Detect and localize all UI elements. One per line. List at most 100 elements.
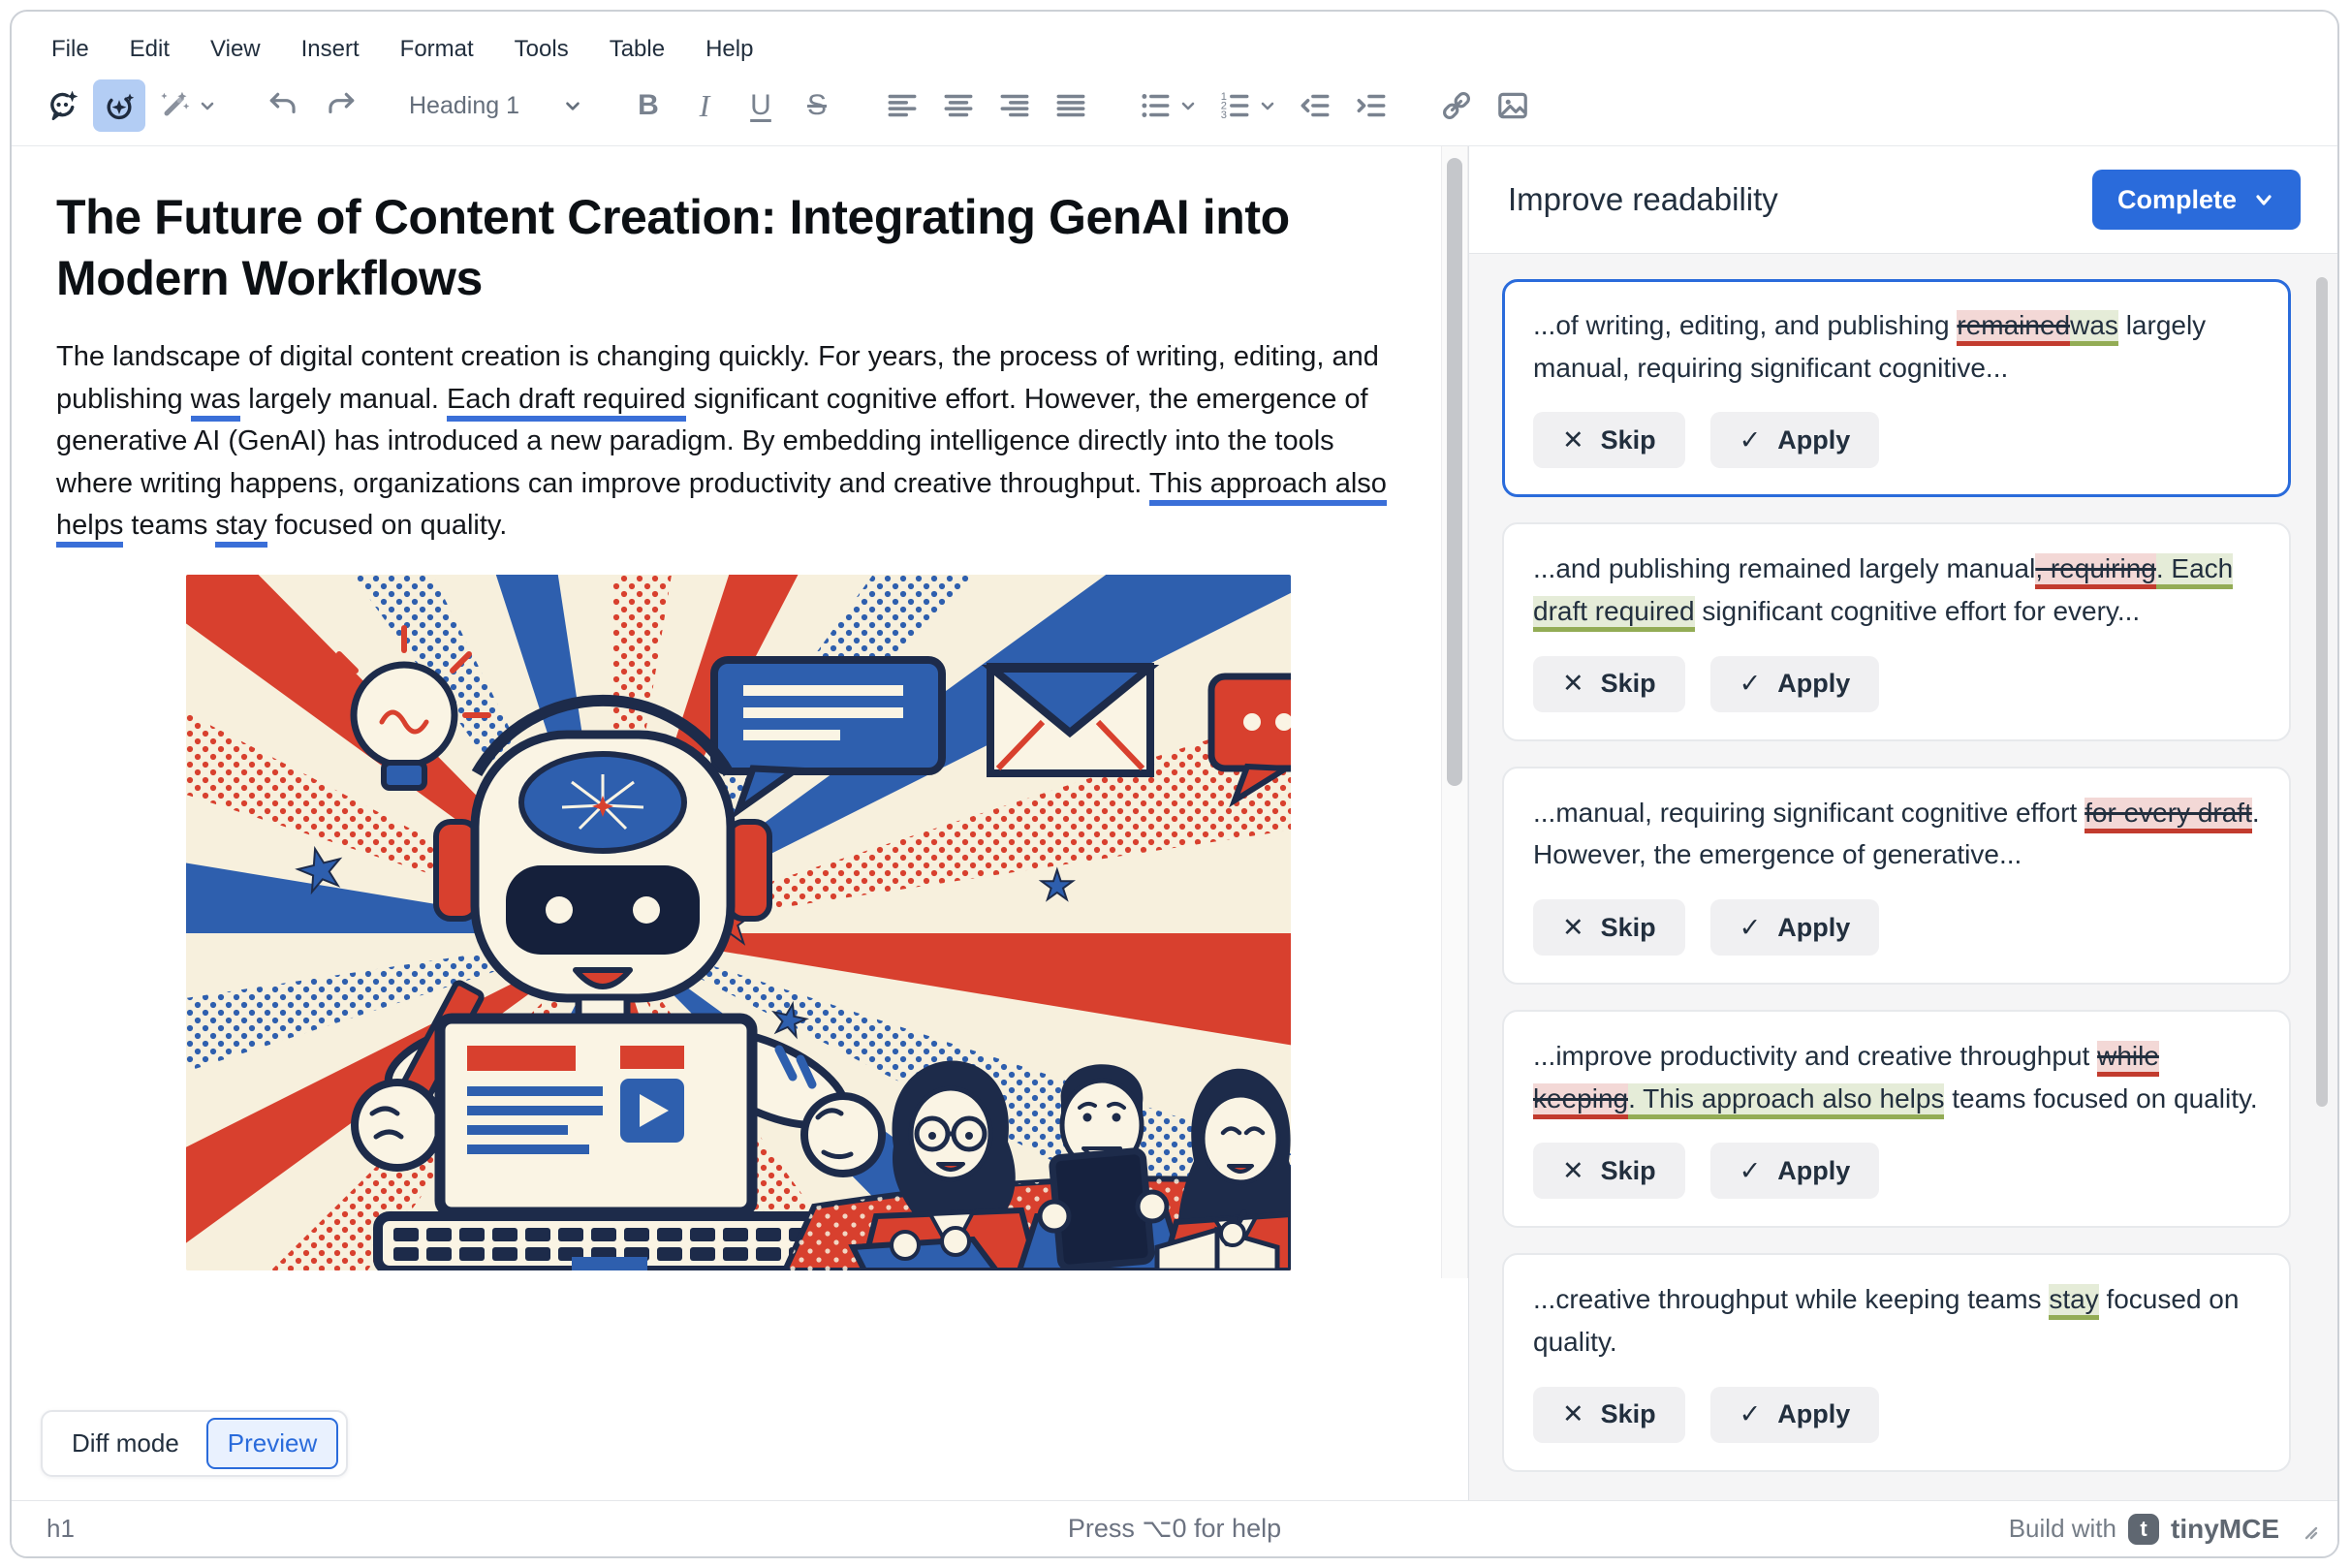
doc-text: teams xyxy=(123,510,215,541)
suggestion-text: ...manual, requiring significant cogniti… xyxy=(1533,792,2260,876)
bold-icon: B xyxy=(638,89,659,122)
apply-button[interactable]: ✓Apply xyxy=(1710,656,1880,712)
suggestion-text: ...creative throughput while keeping tea… xyxy=(1533,1278,2260,1363)
outdent-icon xyxy=(1298,88,1332,123)
apply-button[interactable]: ✓Apply xyxy=(1710,1143,1880,1199)
skip-button[interactable]: ✕Skip xyxy=(1533,899,1685,956)
complete-button[interactable]: Complete xyxy=(2092,170,2301,230)
chevron-down-icon xyxy=(198,96,217,115)
toolbar-group-style: Heading 1 xyxy=(399,79,589,132)
editor-canvas[interactable]: The Future of Content Creation: Integrat… xyxy=(12,146,1468,1270)
align-center-button[interactable] xyxy=(932,79,985,132)
branding[interactable]: Build with t tinyMCE xyxy=(2009,1514,2318,1545)
italic-button[interactable]: I xyxy=(678,79,731,132)
apply-button[interactable]: ✓Apply xyxy=(1710,1387,1880,1443)
diff-ins: . This approach also helps xyxy=(1628,1083,1944,1119)
element-path: h1 xyxy=(47,1514,75,1544)
chevron-down-icon xyxy=(1178,96,1198,115)
diff-mode-button[interactable]: Diff mode xyxy=(50,1418,201,1469)
redo-icon xyxy=(323,88,358,123)
card-actions: ✕Skip ✓Apply xyxy=(1533,656,2260,712)
align-left-button[interactable] xyxy=(876,79,928,132)
suggestion-card[interactable]: ...manual, requiring significant cogniti… xyxy=(1502,767,2291,985)
skip-button-icon: ✕ xyxy=(1562,1156,1584,1186)
skip-button-icon: ✕ xyxy=(1562,669,1584,699)
bullet-list-button[interactable] xyxy=(1130,79,1206,132)
undo-button[interactable] xyxy=(258,79,310,132)
bullet-list-icon xyxy=(1138,88,1173,123)
ai-assistant-button[interactable] xyxy=(37,79,89,132)
skip-button[interactable]: ✕Skip xyxy=(1533,656,1685,712)
suggestion-context: significant cognitive effort for every..… xyxy=(1695,596,2141,626)
apply-button[interactable]: ✓Apply xyxy=(1710,412,1880,468)
menu-item-table[interactable]: Table xyxy=(593,27,681,72)
outdent-button[interactable] xyxy=(1289,79,1341,132)
resize-gripper-icon[interactable] xyxy=(2297,1519,2318,1540)
editor-window: FileEditViewInsertFormatToolsTableHelp xyxy=(10,10,2339,1558)
menu-item-insert[interactable]: Insert xyxy=(285,27,376,72)
strikethrough-button[interactable]: S xyxy=(791,79,843,132)
menu-item-help[interactable]: Help xyxy=(689,27,769,72)
panel-header: Improve readability Complete xyxy=(1469,146,2337,253)
image-button[interactable] xyxy=(1487,79,1539,132)
suggestion-card[interactable]: ...improve productivity and creative thr… xyxy=(1502,1010,2291,1228)
diff-preview-underline: stay xyxy=(215,510,266,548)
editor-scrollbar-thumb[interactable] xyxy=(1447,158,1462,786)
toolbar-group-inline: B I U S xyxy=(622,79,843,132)
indent-icon xyxy=(1354,88,1389,123)
apply-button[interactable]: ✓Apply xyxy=(1710,899,1880,956)
suggestion-context: ...improve productivity and creative thr… xyxy=(1533,1041,2097,1071)
editor-scrollbar[interactable] xyxy=(1441,146,1468,1278)
chevron-down-icon xyxy=(1258,96,1277,115)
doc-text: focused on quality. xyxy=(267,510,508,541)
image-icon xyxy=(1495,88,1530,123)
strikethrough-icon: S xyxy=(807,89,827,122)
align-right-button[interactable] xyxy=(988,79,1041,132)
skip-button[interactable]: ✕Skip xyxy=(1533,412,1685,468)
bold-button[interactable]: B xyxy=(622,79,674,132)
toolbar: Heading 1 B I U S xyxy=(12,72,2337,145)
apply-button-icon: ✓ xyxy=(1740,425,1762,455)
menu-item-file[interactable]: File xyxy=(35,27,106,72)
svg-text:★: ★ xyxy=(1039,862,1076,908)
document-illustration[interactable]: ★ ★ ★ ★ xyxy=(186,575,1400,1270)
menu-item-tools[interactable]: Tools xyxy=(498,27,585,72)
link-button[interactable] xyxy=(1430,79,1483,132)
doc-paragraph: The landscape of digital content creatio… xyxy=(56,336,1400,548)
justify-button[interactable] xyxy=(1045,79,1097,132)
suggestion-card[interactable]: ...creative throughput while keeping tea… xyxy=(1502,1253,2291,1471)
numbered-list-button[interactable]: 123 xyxy=(1209,79,1285,132)
apply-button-icon: ✓ xyxy=(1740,669,1762,699)
diff-preview-underline: was xyxy=(191,384,241,422)
preview-button[interactable]: Preview xyxy=(206,1418,338,1469)
skip-button[interactable]: ✕Skip xyxy=(1533,1387,1685,1443)
toolbar-group-align xyxy=(876,79,1097,132)
suggestion-context: ...creative throughput while keeping tea… xyxy=(1533,1284,2049,1314)
editor-footer: Diff mode Preview xyxy=(41,1410,348,1477)
block-format-select[interactable]: Heading 1 xyxy=(399,79,589,132)
diff-del: , requiring xyxy=(2035,553,2156,589)
underline-button[interactable]: U xyxy=(735,79,787,132)
suggestion-context: ...manual, requiring significant cogniti… xyxy=(1533,798,2085,828)
justify-icon xyxy=(1053,88,1088,123)
skip-button-icon: ✕ xyxy=(1562,425,1584,455)
numbered-list-icon: 123 xyxy=(1217,88,1252,123)
align-center-icon xyxy=(941,88,976,123)
diff-del: remained xyxy=(1957,310,2070,346)
menu-item-view[interactable]: View xyxy=(194,27,277,72)
panel-scrollbar-thumb[interactable] xyxy=(2316,277,2328,1107)
skip-button[interactable]: ✕Skip xyxy=(1533,1143,1685,1199)
suggestion-card[interactable]: ...and publishing remained largely manua… xyxy=(1502,522,2291,740)
view-mode-toggle: Diff mode Preview xyxy=(41,1410,348,1477)
help-shortcut-text: Press ⌥0 for help xyxy=(12,1514,2337,1544)
indent-button[interactable] xyxy=(1345,79,1397,132)
menu-item-format[interactable]: Format xyxy=(384,27,490,72)
link-icon xyxy=(1439,88,1474,123)
panel-title: Improve readability xyxy=(1508,181,1778,218)
redo-button[interactable] xyxy=(314,79,366,132)
suggestion-card[interactable]: ...of writing, editing, and publishing r… xyxy=(1502,279,2291,497)
menu-item-edit[interactable]: Edit xyxy=(113,27,186,72)
ai-review-button[interactable] xyxy=(93,79,145,132)
tinymce-logo-icon: t xyxy=(2128,1514,2159,1545)
ai-shortcuts-button[interactable] xyxy=(149,79,225,132)
